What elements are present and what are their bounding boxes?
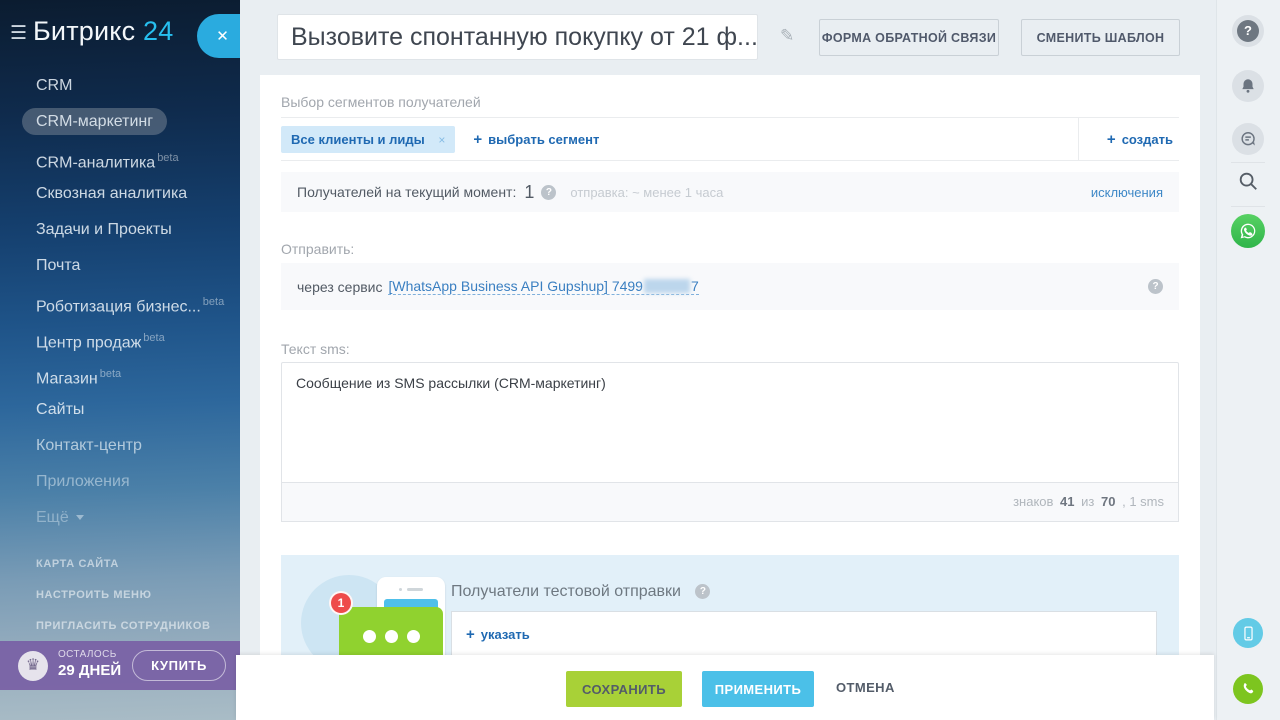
configure-menu-link[interactable]: НАСТРОИТЬ МЕНЮ (36, 589, 152, 601)
plus-icon: + (1106, 130, 1116, 148)
sidebar-item-mail[interactable]: Почта (0, 248, 240, 284)
help-icon[interactable]: ? (1148, 279, 1163, 294)
crown-icon: ♛ (18, 651, 48, 681)
send-service-bar: через сервис [WhatsApp Business API Gups… (281, 263, 1179, 310)
action-footer: СОХРАНИТЬ ПРИМЕНИТЬ ОТМЕНА (236, 655, 1214, 720)
help-icon[interactable]: ? (695, 584, 711, 599)
sidebar-item-crm-marketing[interactable]: CRM-маркетинг (0, 104, 240, 140)
exclusions-link[interactable]: исключения (1091, 185, 1163, 200)
add-test-recipient-link[interactable]: + указать (466, 626, 530, 643)
bitrix24-logo: Битрикс 24 (33, 16, 174, 46)
apply-button[interactable]: ПРИМЕНИТЬ (702, 671, 814, 707)
sending-estimate: отправка: ~ менее 1 часа (570, 184, 724, 200)
notifications-bell-icon[interactable] (1232, 70, 1264, 102)
divider (1231, 162, 1265, 163)
right-toolbar: ? (1216, 0, 1280, 720)
invite-employees-link[interactable]: ПРИГЛАСИТЬ СОТРУДНИКОВ (36, 620, 211, 632)
sms-text-input[interactable]: Сообщение из SMS рассылки (CRM-маркетинг… (281, 362, 1179, 483)
license-bar: ♛ ОСТАЛОСЬ 29 ДНЕЙ КУПИТЬ (0, 641, 240, 690)
hamburger-icon[interactable]: ☰ (10, 22, 27, 45)
sidebar-item-store[interactable]: Магазин beta (0, 356, 240, 392)
recipients-label: Получателей на текущий момент: (297, 184, 517, 200)
chevron-down-icon (75, 515, 84, 521)
beta-badge: beta (157, 152, 179, 164)
sidebar-item-more[interactable]: Ещё (0, 500, 240, 536)
sitemap-link[interactable]: КАРТА САЙТА (36, 558, 119, 570)
license-remaining-value: 29 ДНЕЙ (58, 661, 122, 679)
plus-icon: + (473, 130, 483, 148)
redacted-phone-digits (643, 279, 690, 293)
divider (1077, 117, 1079, 161)
close-icon: ✕ (216, 28, 229, 45)
plus-icon: + (466, 626, 475, 643)
select-segment-link[interactable]: + выбрать сегмент (473, 131, 599, 148)
segments-label: Выбор сегментов получателей (281, 94, 481, 110)
buy-button[interactable]: КУПИТЬ (132, 650, 226, 681)
chat-bubble-icon (339, 607, 443, 655)
mobile-app-icon[interactable] (1233, 618, 1263, 648)
save-button[interactable]: СОХРАНИТЬ (566, 671, 682, 707)
test-recipients-panel: 1 Получатели тестовой отправки ? + указат… (281, 555, 1179, 655)
campaign-title-input[interactable]: Вызовите спонтанную покупку от 21 ф... (277, 14, 758, 60)
chat-messages-icon[interactable] (1232, 123, 1264, 155)
cancel-button[interactable]: ОТМЕНА (836, 680, 895, 695)
telephony-phone-icon[interactable] (1233, 674, 1263, 704)
beta-badge: beta (202, 296, 225, 308)
sidebar-item-sites[interactable]: Сайты (0, 392, 240, 428)
remove-segment-icon[interactable]: × (438, 133, 445, 147)
feedback-form-button[interactable]: ФОРМА ОБРАТНОЙ СВЯЗИ (819, 19, 999, 56)
send-prefix: через сервис (297, 278, 383, 295)
sidebar-item-crm[interactable]: CRM (0, 68, 240, 104)
sidebar-item-tasks-projects[interactable]: Задачи и Проекты (0, 212, 240, 248)
segments-row: Все клиенты и лиды × + выбрать сегмент + с… (281, 117, 1179, 161)
sidebar-item-end-to-end-analytics[interactable]: Сквозная аналитика (0, 176, 240, 212)
sidebar-item-sales-center[interactable]: Центр продаж beta (0, 320, 240, 356)
test-recipients-box: + указать (451, 611, 1157, 655)
sms-char-counter: знаков 41 из 70 , 1 sms (281, 483, 1179, 522)
change-template-button[interactable]: СМЕНИТЬ ШАБЛОН (1021, 19, 1180, 56)
close-menu-button[interactable]: ✕ (197, 14, 240, 58)
sidebar-item-crm-analytics[interactable]: CRM-аналитика beta (0, 140, 240, 176)
notification-badge: 1 (329, 591, 353, 615)
left-sidebar: ☰ Битрикс 24 ✕ CRM CRM-маркетинг CRM-ана… (0, 0, 240, 720)
recipients-count: 1 (524, 181, 535, 202)
sms-text-label: Текст sms: (281, 341, 350, 357)
help-icon[interactable]: ? (1232, 15, 1264, 47)
edit-pencil-icon[interactable]: ✎ (780, 26, 794, 46)
send-label: Отправить: (281, 241, 355, 257)
beta-badge: beta (99, 368, 122, 380)
test-recipients-label: Получатели тестовой отправки ? (451, 583, 711, 601)
segment-chip[interactable]: Все клиенты и лиды × (281, 125, 456, 153)
sidebar-menu: CRM CRM-маркетинг CRM-аналитика beta Скво… (0, 68, 240, 536)
beta-badge: beta (143, 332, 165, 344)
sidebar-item-contact-center[interactable]: Контакт-центр (0, 428, 240, 464)
help-icon[interactable]: ? (541, 184, 557, 200)
whatsapp-icon[interactable] (1231, 214, 1265, 248)
sidebar-item-applications[interactable]: Приложения (0, 464, 240, 500)
create-segment-link[interactable]: + создать (1107, 131, 1173, 148)
recipients-info-bar: Получателей на текущий момент: 1 ? отпра… (281, 172, 1179, 212)
license-remaining-label: ОСТАЛОСЬ (58, 649, 117, 660)
phone-illustration: 1 (301, 571, 451, 655)
sidebar-item-rpa[interactable]: Роботизация бизнес... beta (0, 284, 240, 320)
campaign-settings-panel: Выбор сегментов получателей Все клиенты … (260, 75, 1200, 655)
divider (1231, 206, 1265, 207)
service-link[interactable]: [WhatsApp Business API Gupshup] 7499 7 (388, 278, 699, 295)
search-icon[interactable] (1237, 170, 1259, 197)
